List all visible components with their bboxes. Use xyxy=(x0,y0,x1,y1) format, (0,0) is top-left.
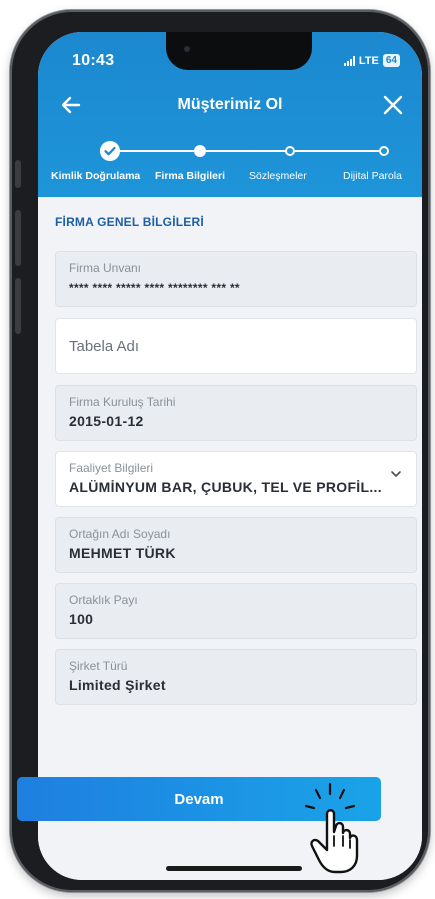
step-connector xyxy=(200,150,290,152)
app-header: 10:43 LTE 64 Müşterimiz Ol Kimlik Doğrul… xyxy=(38,32,422,197)
network-type: LTE xyxy=(358,54,379,67)
step-1-done-dot xyxy=(100,141,120,161)
signal-icon xyxy=(343,55,355,66)
field-label: Firma Kuruluş Tarihi xyxy=(69,395,176,409)
partner-name-field: Ortağın Adı Soyadı MEHMET TÜRK xyxy=(55,517,417,573)
step-2-current-dot xyxy=(194,145,206,157)
step-label-2: Firma Bilgileri xyxy=(155,170,226,182)
app-screen: 10:43 LTE 64 Müşterimiz Ol Kimlik Doğrul… xyxy=(38,32,422,880)
step-connector xyxy=(290,150,384,152)
chevron-down-icon xyxy=(391,471,401,477)
section-title: FİRMA GENEL BİLGİLERİ xyxy=(55,215,204,229)
status-time: 10:43 xyxy=(72,52,115,69)
volume-down-button xyxy=(15,278,21,334)
company-type-field: Şirket Türü Limited Şirket xyxy=(55,649,417,705)
notch xyxy=(166,32,312,70)
founding-date-field: Firma Kuruluş Tarihi 2015-01-12 xyxy=(55,385,417,441)
field-value: ALÜMİNYUM BAR, ÇUBUK, TEL VE PROFİL... xyxy=(69,479,382,495)
field-value: 2015-01-12 xyxy=(69,413,144,429)
field-placeholder: Tabela Adı xyxy=(69,338,140,355)
field-label: Faaliyet Bilgileri xyxy=(69,461,154,475)
battery-icon: 64 xyxy=(382,54,400,67)
field-label: Ortaklık Payı xyxy=(69,593,138,607)
step-3-dot xyxy=(285,146,295,156)
step-label-1: Kimlik Doğrulama xyxy=(51,170,141,182)
close-icon[interactable] xyxy=(380,92,406,118)
sign-name-input[interactable]: Tabela Adı xyxy=(55,318,417,374)
step-4-dot xyxy=(379,146,389,156)
step-label-4: Dijital Parola xyxy=(343,170,402,182)
step-connector xyxy=(110,150,200,152)
company-title-field: Firma Unvanı **** **** ***** **** ******… xyxy=(55,251,417,307)
progress-stepper: Kimlik Doğrulama Firma Bilgileri Sözleşm… xyxy=(38,140,422,190)
silent-switch xyxy=(15,160,21,188)
field-value: **** **** ***** **** ******** *** ** xyxy=(69,281,240,295)
phone-frame: 10:43 LTE 64 Müşterimiz Ol Kimlik Doğrul… xyxy=(10,10,430,892)
camera xyxy=(184,46,190,52)
field-label: Şirket Türü xyxy=(69,659,128,673)
field-value: Limited Şirket xyxy=(69,677,166,693)
field-value: MEHMET TÜRK xyxy=(69,545,176,561)
page-title: Müşterimiz Ol xyxy=(177,96,283,113)
status-indicators: LTE 64 xyxy=(343,54,400,67)
tap-hand-icon xyxy=(304,782,359,874)
activity-select[interactable]: Faaliyet Bilgileri ALÜMİNYUM BAR, ÇUBUK,… xyxy=(55,451,417,507)
partner-share-field: Ortaklık Payı 100 xyxy=(55,583,417,639)
field-label: Ortağın Adı Soyadı xyxy=(69,527,171,541)
field-value: 100 xyxy=(69,611,94,627)
home-indicator xyxy=(166,866,302,871)
volume-up-button xyxy=(15,210,21,266)
checkmark-icon xyxy=(104,146,116,156)
field-label: Firma Unvanı xyxy=(69,261,142,275)
step-label-3: Sözleşmeler xyxy=(249,170,307,182)
